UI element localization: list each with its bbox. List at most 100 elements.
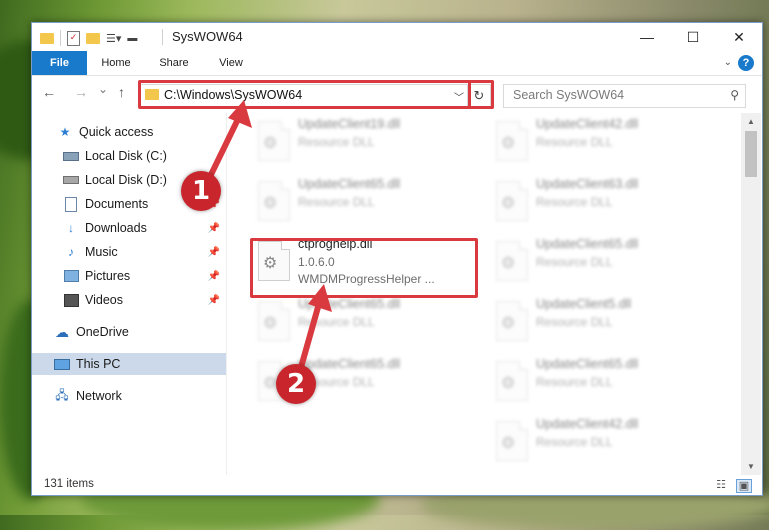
gear-icon: ⚙	[501, 375, 516, 392]
properties-icon[interactable]: ✓	[67, 30, 80, 46]
sidebar-item-videos[interactable]: Videos 📌	[32, 289, 226, 311]
network-icon: 🖧	[55, 387, 69, 402]
gear-icon: ⚙	[263, 135, 278, 152]
sidebar-item-label: OneDrive	[76, 325, 129, 339]
file-item[interactable]: ⚙ UpdateClient65.dll Resource DLL	[486, 355, 716, 413]
scroll-up-icon[interactable]: ▲	[741, 117, 761, 126]
sidebar-item-label: Music	[85, 245, 118, 259]
pane-divider[interactable]	[226, 113, 227, 475]
up-arrow-icon[interactable]: ↑	[118, 84, 125, 100]
file-description: Resource DLL	[536, 315, 613, 329]
gear-icon: ⚙	[501, 435, 516, 452]
step-2-badge: 2	[276, 364, 316, 404]
file-description: Resource DLL	[298, 315, 375, 329]
minimize-button[interactable]: —	[624, 23, 670, 51]
sidebar-item-pictures[interactable]: Pictures 📌	[32, 265, 226, 287]
file-name: UpdateClient65.dll	[298, 297, 401, 311]
sidebar-item-label: Documents	[85, 197, 149, 211]
sidebar-item-network[interactable]: 🖧 Network	[32, 385, 226, 407]
forward-arrow-icon[interactable]: →	[74, 84, 88, 100]
file-name: UpdateClient65.dll	[298, 177, 401, 191]
sidebar-item-onedrive[interactable]: ☁ OneDrive	[32, 321, 226, 343]
sidebar-item-music[interactable]: ♪ Music 📌	[32, 241, 226, 263]
file-name: UpdateClient65.dll	[298, 357, 401, 371]
file-item[interactable]: ⚙ UpdateClient65.dll Resource DLL	[248, 175, 478, 233]
scroll-down-icon[interactable]: ▼	[741, 462, 761, 471]
tab-share[interactable]: Share	[152, 51, 196, 75]
sidebar-item-quick-access[interactable]: ★ Quick access	[32, 121, 226, 143]
gear-icon: ⚙	[501, 315, 516, 332]
vertical-scrollbar[interactable]: ▲ ▼	[741, 113, 761, 475]
pin-icon[interactable]: 📌	[208, 223, 220, 234]
file-name: UpdateClient65.dll	[536, 237, 639, 251]
title-bar: ✓ ☰▾ ▬ SysWOW64 — ☐ ✕	[32, 23, 762, 51]
gear-icon: ⚙	[501, 135, 516, 152]
tab-file[interactable]: File	[32, 51, 87, 75]
file-description: Resource DLL	[298, 195, 375, 209]
window-title: SysWOW64	[172, 29, 243, 44]
tiles-view-icon[interactable]: ▣	[736, 479, 752, 493]
help-button[interactable]: ?	[738, 55, 754, 71]
sidebar-item-label: Local Disk (D:)	[85, 173, 167, 187]
sidebar-item-label: Pictures	[85, 269, 131, 283]
file-description: Resource DLL	[536, 255, 613, 269]
file-item[interactable]: ⚙ UpdateClient42.dll Resource DLL	[486, 415, 716, 473]
gear-icon: ⚙	[501, 195, 516, 212]
file-highlight	[250, 238, 478, 298]
details-view-icon[interactable]: ☷	[714, 479, 728, 491]
search-placeholder: Search SysWOW64	[513, 88, 625, 102]
file-item[interactable]: ⚙ UpdateClient5.dll Resource DLL	[486, 295, 716, 353]
tab-home[interactable]: Home	[94, 51, 138, 75]
address-bar-highlight	[138, 80, 494, 109]
file-name: UpdateClient19.dll	[298, 117, 401, 131]
file-item[interactable]: ⚙ UpdateClient65.dll Resource DLL	[248, 295, 478, 353]
file-description: Resource DLL	[536, 375, 613, 389]
computer-icon	[54, 357, 70, 371]
sidebar-item-label: Downloads	[85, 221, 147, 235]
file-item[interactable]: ⚙ UpdateClient42.dll Resource DLL	[486, 115, 716, 173]
sidebar-item-label: Network	[76, 389, 122, 403]
sidebar-item-this-pc[interactable]: This PC	[32, 353, 226, 375]
item-count: 131 items	[44, 478, 94, 490]
recent-locations-icon[interactable]: ⌄	[98, 82, 108, 96]
gear-icon: ⚙	[501, 255, 516, 272]
pin-icon[interactable]: 📌	[208, 247, 220, 258]
file-description: Resource DLL	[298, 135, 375, 149]
gear-icon: ⚙	[263, 195, 278, 212]
customize-toolbar-icon[interactable]: ☰▾	[106, 32, 121, 45]
new-folder-icon[interactable]	[86, 32, 100, 44]
tab-view[interactable]: View	[209, 51, 253, 75]
file-item[interactable]: ⚙ UpdateClient19.dll Resource DLL	[248, 115, 478, 173]
back-arrow-icon[interactable]: ←	[42, 84, 56, 100]
status-bar: 131 items ☷ ▣	[32, 475, 762, 495]
file-item[interactable]: ⚙ UpdateClient63.dll Resource DLL	[486, 175, 716, 233]
music-icon: ♪	[68, 245, 74, 259]
sidebar-item-label: Quick access	[79, 125, 154, 139]
sidebar-item-label: Local Disk (C:)	[85, 149, 167, 163]
maximize-button[interactable]: ☐	[670, 23, 716, 51]
file-name: UpdateClient42.dll	[536, 117, 639, 131]
sidebar-item-local-disk-c[interactable]: Local Disk (C:)	[32, 145, 226, 167]
sidebar-item-label: This PC	[76, 357, 121, 371]
chevron-down-icon[interactable]: ▬	[127, 33, 137, 44]
drive-icon	[63, 149, 79, 163]
file-name: UpdateClient63.dll	[536, 177, 639, 191]
search-input[interactable]: Search SysWOW64 ⚲	[503, 84, 746, 108]
drive-icon	[63, 173, 79, 187]
download-icon: ↓	[68, 221, 74, 235]
ribbon: File Home Share View ? ⌄	[32, 51, 762, 76]
chevron-down-icon[interactable]: ⌄	[724, 57, 732, 68]
document-icon	[63, 196, 79, 212]
pin-icon[interactable]: 📌	[208, 295, 220, 306]
navigation-pane: ★ Quick access Local Disk (C:) Local Dis…	[32, 113, 226, 475]
file-item[interactable]: ⚙ UpdateClient65.dll Resource DLL	[486, 235, 716, 293]
video-icon	[63, 293, 79, 307]
separator	[162, 29, 163, 45]
sidebar-item-downloads[interactable]: ↓ Downloads 📌	[32, 217, 226, 239]
scrollbar-thumb[interactable]	[745, 131, 757, 177]
search-icon[interactable]: ⚲	[730, 88, 739, 102]
pin-icon[interactable]: 📌	[208, 271, 220, 282]
pictures-icon	[63, 269, 79, 283]
close-button[interactable]: ✕	[716, 23, 762, 51]
star-icon: ★	[59, 125, 71, 139]
